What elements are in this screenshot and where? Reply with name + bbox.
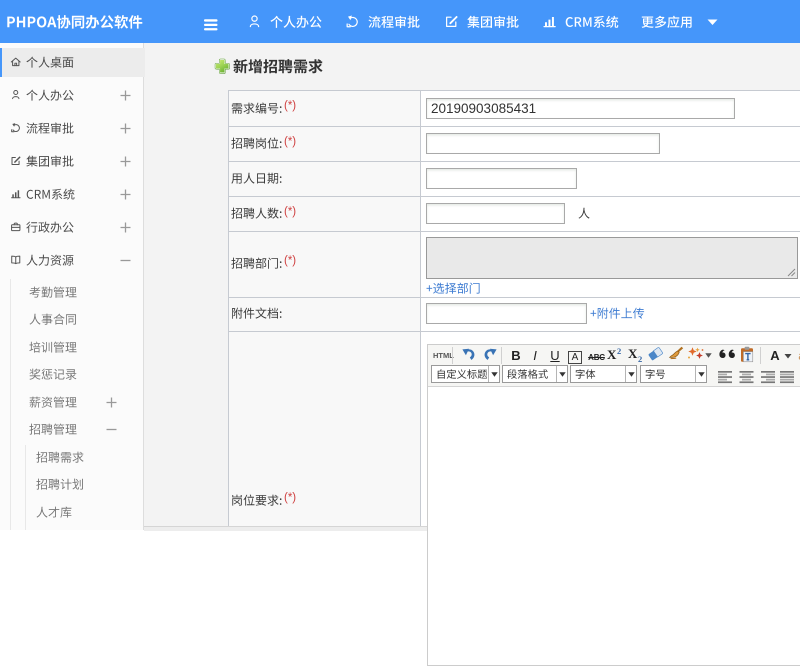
svg-text:X: X xyxy=(628,347,638,361)
svg-text:2: 2 xyxy=(617,347,621,356)
svg-text:X: X xyxy=(607,347,617,361)
svg-text:2: 2 xyxy=(638,354,642,363)
